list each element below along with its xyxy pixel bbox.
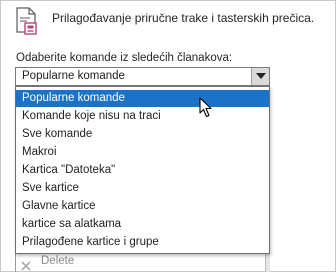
option-all-tabs[interactable]: Sve kartice xyxy=(16,180,269,197)
commands-source-label: Odaberite komande iz sledećih članakova: xyxy=(16,52,233,64)
option-tool-tabs[interactable]: kartice sa alatkama xyxy=(16,216,269,233)
option-commands-not-in-ribbon[interactable]: Komande koje nisu na traci xyxy=(16,108,269,125)
option-macros[interactable]: Makroi xyxy=(16,144,269,161)
delete-icon xyxy=(21,258,33,271)
commands-source-dropdown-list: Popularne komande Komande koje nisu na t… xyxy=(15,86,270,254)
commands-source-selected-value: Popularne komande xyxy=(22,70,125,82)
command-item-delete[interactable]: Delete xyxy=(41,255,74,267)
option-custom-tabs-and-groups[interactable]: Prilagođene kartice i grupe xyxy=(16,234,269,251)
option-all-commands[interactable]: Sve komande xyxy=(16,126,269,143)
dropdown-toggle-button[interactable] xyxy=(251,68,269,85)
option-file-tab[interactable]: Kartica "Datoteka" xyxy=(16,162,269,179)
dialog-header-title: Prilagođavanje priručne trake i tastersk… xyxy=(52,11,315,25)
mouse-pointer-icon xyxy=(199,97,215,119)
option-popular-commands[interactable]: Popularne komande xyxy=(16,90,269,107)
commands-source-select[interactable]: Popularne komande xyxy=(15,67,270,86)
option-main-tabs[interactable]: Glavne kartice xyxy=(16,198,269,215)
chevron-down-icon xyxy=(256,73,266,79)
customize-ribbon-icon xyxy=(15,6,39,36)
